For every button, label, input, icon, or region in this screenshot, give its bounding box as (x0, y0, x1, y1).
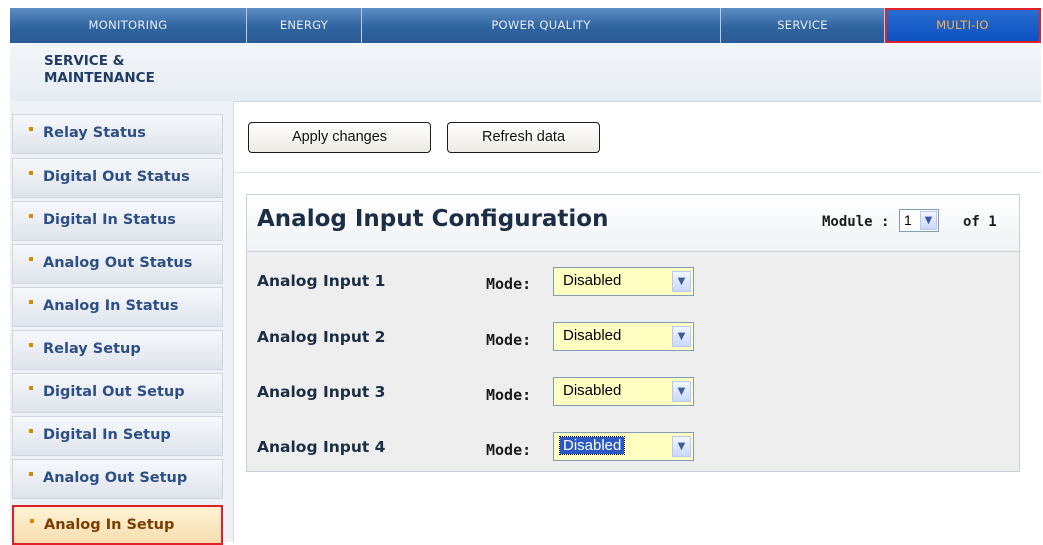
square-bullet-icon (29, 343, 33, 347)
mode-select-value: Disabled (563, 327, 622, 344)
mode-select-value: Disabled (563, 382, 622, 399)
mode-select-value: Disabled (563, 272, 622, 289)
sidebar-item-label: Digital Out Setup (43, 384, 185, 400)
section-title: SERVICE & MAINTENANCE (44, 53, 155, 86)
tab-service[interactable]: SERVICE (721, 8, 885, 43)
analog-input-4-label: Analog Input 4 (257, 438, 386, 456)
chevron-down-icon[interactable]: ▼ (672, 271, 691, 292)
sidebar-item-analog-out-setup[interactable]: Analog Out Setup (12, 459, 223, 499)
sidebar-item-label: Digital In Setup (43, 427, 171, 443)
module-label: Module : (822, 214, 890, 230)
sidebar-item-digital-in-status[interactable]: Digital In Status (12, 201, 223, 241)
square-bullet-icon (29, 429, 33, 433)
sidebar-item-analog-in-setup[interactable]: Analog In Setup (12, 505, 223, 545)
top-navigation: MONITORING ENERGY POWER QUALITY SERVICE … (10, 8, 1041, 43)
apply-changes-button[interactable]: Apply changes (248, 122, 431, 153)
square-bullet-icon (30, 519, 34, 523)
sidebar-item-label: Analog In Setup (44, 517, 175, 533)
square-bullet-icon (29, 257, 33, 261)
square-bullet-icon (29, 214, 33, 218)
square-bullet-icon (29, 386, 33, 390)
chevron-down-icon[interactable]: ▼ (672, 436, 691, 457)
square-bullet-icon (29, 472, 33, 476)
sidebar-item-label: Relay Status (43, 125, 146, 141)
sidebar-item-digital-out-status[interactable]: Digital Out Status (12, 158, 223, 198)
sidebar-item-label: Analog Out Setup (43, 470, 188, 486)
mode-label: Mode: (486, 331, 532, 349)
analog-input-2-label: Analog Input 2 (257, 328, 386, 346)
sidebar-item-label: Analog In Status (43, 298, 179, 314)
tab-power-quality[interactable]: POWER QUALITY (362, 8, 721, 43)
sidebar-item-label: Analog Out Status (43, 255, 193, 271)
sidebar-item-digital-in-setup[interactable]: Digital In Setup (12, 416, 223, 456)
analog-input-2-mode-select[interactable]: Disabled ▼ (553, 322, 694, 351)
square-bullet-icon (29, 127, 33, 131)
square-bullet-icon (29, 300, 33, 304)
panel-header: Analog Input Configuration Module : 1 ▼ … (247, 195, 1019, 252)
analog-input-1-label: Analog Input 1 (257, 272, 386, 290)
sidebar-item-analog-in-status[interactable]: Analog In Status (12, 287, 223, 327)
square-bullet-icon (29, 171, 33, 175)
mode-label: Mode: (486, 386, 532, 404)
tab-multi-io[interactable]: MULTI-IO (885, 8, 1041, 43)
sidebar-item-relay-status[interactable]: Relay Status (12, 114, 223, 154)
module-select-value: 1 (904, 212, 912, 228)
sidebar: Relay Status Digital Out Status Digital … (10, 101, 234, 545)
sidebar-item-label: Digital Out Status (43, 169, 190, 185)
panel-title: Analog Input Configuration (257, 206, 609, 232)
analog-input-config-panel: Analog Input Configuration Module : 1 ▼ … (246, 194, 1020, 472)
sidebar-item-label: Relay Setup (43, 341, 141, 357)
chevron-down-icon[interactable]: ▼ (920, 211, 937, 230)
sidebar-item-analog-out-status[interactable]: Analog Out Status (12, 244, 223, 284)
sidebar-item-digital-out-setup[interactable]: Digital Out Setup (12, 373, 223, 413)
module-select[interactable]: 1 ▼ (899, 209, 939, 232)
divider (233, 172, 1041, 173)
mode-select-value: Disabled (558, 436, 626, 455)
module-count-label: of 1 (963, 214, 997, 230)
analog-input-3-mode-select[interactable]: Disabled ▼ (553, 377, 694, 406)
refresh-data-button[interactable]: Refresh data (447, 122, 600, 153)
sidebar-item-label: Digital In Status (43, 212, 176, 228)
tab-energy[interactable]: ENERGY (247, 8, 362, 43)
sidebar-item-relay-setup[interactable]: Relay Setup (12, 330, 223, 370)
analog-input-1-mode-select[interactable]: Disabled ▼ (553, 267, 694, 296)
tab-monitoring[interactable]: MONITORING (10, 8, 247, 43)
analog-input-4-mode-select[interactable]: Disabled ▼ (553, 432, 694, 461)
chevron-down-icon[interactable]: ▼ (672, 326, 691, 347)
section-header: SERVICE & MAINTENANCE (10, 43, 1041, 102)
mode-label: Mode: (486, 441, 532, 459)
chevron-down-icon[interactable]: ▼ (672, 381, 691, 402)
analog-input-3-label: Analog Input 3 (257, 383, 386, 401)
mode-label: Mode: (486, 275, 532, 293)
